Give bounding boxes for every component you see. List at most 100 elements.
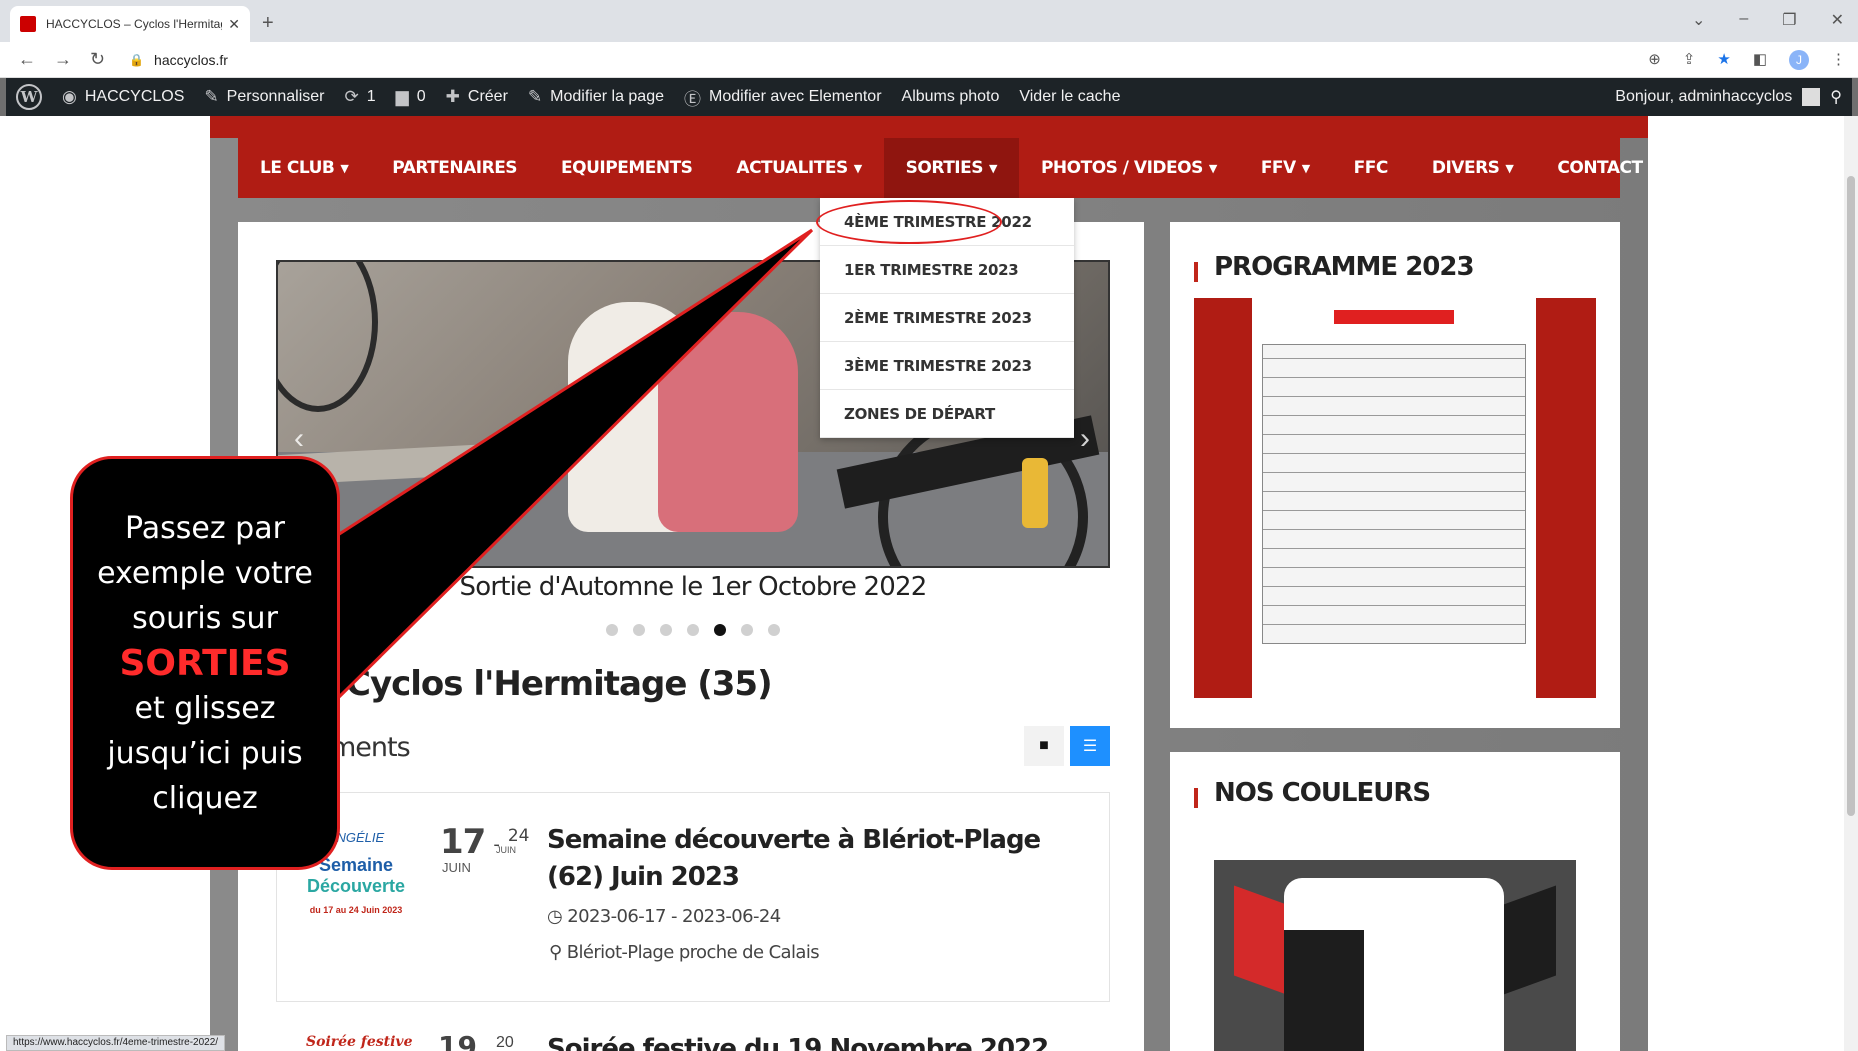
slide-bike-wheel	[278, 262, 378, 412]
nav-divers[interactable]: DIVERS ▼	[1410, 138, 1536, 198]
admin-greeting: Bonjour, adminhaccyclos	[1615, 88, 1793, 105]
slider-dot[interactable]	[768, 624, 780, 636]
plus-icon: ✚	[445, 87, 460, 106]
slider-dot[interactable]	[606, 624, 618, 636]
admin-edit-elementor[interactable]: Ⓔ Modifier avec Elementor	[684, 85, 882, 110]
lock-icon[interactable]: 🔒	[129, 53, 144, 67]
search-icon[interactable]: ⚲	[1665, 157, 1679, 180]
admin-clear-cache[interactable]: Vider le cache	[1019, 88, 1120, 106]
address-bar: ← → ↻ 🔒 haccyclos.fr ⊕ ⇪ ★ ◧ J ⋮	[0, 42, 1858, 78]
slide-bottle	[1022, 458, 1048, 528]
event-date-2: 19	[438, 1030, 477, 1051]
bookmark-star-icon[interactable]: ★	[1717, 50, 1730, 70]
slider-dot[interactable]	[741, 624, 753, 636]
new-tab-button[interactable]: +	[262, 12, 274, 35]
page-scrollbar[interactable]	[1844, 116, 1858, 1051]
chevron-down-icon: ▼	[1208, 161, 1217, 175]
admin-updates[interactable]: ⟳ 1	[345, 87, 376, 107]
admin-account[interactable]: Bonjour, adminhaccyclos ⚲	[1615, 78, 1842, 116]
tab-search-icon[interactable]: ⌄	[1692, 10, 1705, 30]
admin-edit-page[interactable]: ✎ Modifier la page	[528, 87, 664, 107]
nav-contact[interactable]: CONTACT	[1535, 138, 1664, 198]
slide-person-right	[658, 312, 798, 532]
close-window-icon[interactable]: ✕	[1831, 10, 1844, 30]
events-heading: ments	[330, 732, 411, 763]
slider-next-icon[interactable]: ›	[1080, 422, 1090, 456]
admin-site-name[interactable]: ◉ HACCYCLOS	[62, 87, 184, 107]
back-icon[interactable]: ←	[18, 49, 36, 70]
callout-highlight: SORTIES	[119, 642, 291, 684]
dropdown-item-zones-de-depart[interactable]: ZONES DE DÉPART	[820, 390, 1074, 438]
dropdown-item-1er-trimestre-2023[interactable]: 1ER TRIMESTRE 2023	[820, 246, 1074, 294]
elementor-icon: Ⓔ	[684, 89, 701, 109]
zoom-icon[interactable]: ⊕	[1648, 50, 1661, 70]
dropdown-item-3eme-trimestre-2023[interactable]: 3ÈME TRIMESTRE 2023	[820, 342, 1074, 390]
window-controls: ⌄ – ❐ ✕	[1692, 10, 1844, 30]
dashboard-icon: ◉	[62, 87, 77, 106]
chevron-down-icon: ▼	[1505, 161, 1514, 175]
pencil-icon: ✎	[527, 87, 543, 106]
url-field[interactable]: 🔒 haccyclos.fr	[129, 52, 228, 68]
chevron-down-icon: ▼	[1301, 161, 1310, 175]
slider-dot[interactable]	[687, 624, 699, 636]
view-toggle: ■ ☰	[1024, 726, 1110, 766]
close-tab-icon[interactable]: ✕	[228, 16, 240, 33]
slider-dot[interactable]	[660, 624, 672, 636]
admin-search-icon[interactable]: ⚲	[1830, 87, 1842, 107]
list-view-icon[interactable]: ☰	[1070, 726, 1110, 766]
slider-prev-icon[interactable]: ‹	[294, 422, 304, 456]
restore-icon[interactable]: ❐	[1782, 10, 1796, 30]
nav-ffv[interactable]: FFV ▼	[1239, 138, 1332, 198]
admin-avatar	[1802, 88, 1821, 106]
status-bar-url: https://www.haccyclos.fr/4eme-trimestre-…	[6, 1035, 226, 1051]
side-panel-icon[interactable]: ◧	[1753, 50, 1767, 70]
event-month-end: JUIN	[496, 845, 516, 855]
slider-dot-active[interactable]	[714, 624, 726, 636]
event-location: ⚲ Blériot-Plage proche de Calais	[549, 942, 820, 963]
header-strip	[210, 116, 1648, 138]
minimize-icon[interactable]: –	[1739, 10, 1748, 30]
forward-icon[interactable]: →	[54, 49, 72, 70]
programme-title: PROGRAMME 2023	[1214, 252, 1475, 282]
tab-title: HACCYCLOS – Cyclos l'Hermitage	[46, 17, 223, 31]
location-pin-icon: ⚲	[549, 942, 567, 963]
main-navigation: LE CLUB ▼ PARTENAIRES EQUIPEMENTS ACTUALI…	[238, 138, 1678, 198]
event-thumbnail-2[interactable]: Soirée festive	[306, 1034, 412, 1050]
dropdown-item-2eme-trimestre-2023[interactable]: 2ÈME TRIMESTRE 2023	[820, 294, 1074, 342]
event-title-2[interactable]: Soirée festive du 19 Novembre 2022	[547, 1034, 1049, 1051]
nav-ffc[interactable]: FFC	[1332, 138, 1410, 198]
admin-albums[interactable]: Albums photo	[902, 88, 1000, 106]
browser-tab[interactable]: HACCYCLOS – Cyclos l'Hermitage ✕	[10, 6, 250, 42]
event-date-range: ◷ 2023-06-17 - 2023-06-24	[547, 906, 781, 927]
url-text: haccyclos.fr	[154, 51, 228, 68]
favicon-icon	[20, 16, 36, 32]
nav-partenaires[interactable]: PARTENAIRES	[370, 138, 539, 198]
admin-create[interactable]: ✚ Créer	[446, 87, 508, 107]
admin-comments[interactable]: ▆ 0	[396, 87, 426, 107]
share-icon[interactable]: ⇪	[1683, 50, 1696, 70]
menu-dots-icon[interactable]: ⋮	[1831, 50, 1846, 70]
nav-actualites[interactable]: ACTUALITES ▼	[714, 138, 883, 198]
nav-equipements[interactable]: EQUIPEMENTS	[539, 138, 714, 198]
couleurs-title: NOS COULEURS	[1214, 778, 1431, 808]
comment-icon: ▆	[395, 87, 409, 106]
nav-photos-videos[interactable]: PHOTOS / VIDEOS ▼	[1019, 138, 1239, 198]
event-title[interactable]: Semaine découverte à Blériot-Plage (62) …	[547, 822, 1087, 896]
event-month-start: JUIN	[442, 860, 471, 875]
wordpress-logo-icon[interactable]: W	[16, 84, 42, 110]
reload-icon[interactable]: ↻	[90, 49, 105, 70]
nav-sorties[interactable]: SORTIES ▼	[883, 138, 1019, 198]
admin-customize[interactable]: ✎ Personnaliser	[204, 87, 324, 107]
scrollbar-thumb[interactable]	[1847, 176, 1855, 816]
slider-dot[interactable]	[633, 624, 645, 636]
tutorial-callout: Passez par exemple votre souris sur SORT…	[70, 456, 340, 870]
browser-tab-bar: HACCYCLOS – Cyclos l'Hermitage ✕ + ⌄ – ❐…	[0, 0, 1858, 42]
brush-icon: ✎	[204, 87, 219, 106]
grid-view-icon[interactable]: ■	[1024, 726, 1064, 766]
nav-le-club[interactable]: LE CLUB ▼	[238, 138, 370, 198]
address-icons: ⊕ ⇪ ★ ◧ J ⋮	[1648, 50, 1846, 70]
event-date: 17 - 24	[440, 822, 530, 862]
jersey-image[interactable]	[1214, 860, 1576, 1051]
profile-avatar[interactable]: J	[1789, 50, 1809, 70]
updates-icon: ⟳	[344, 87, 359, 106]
